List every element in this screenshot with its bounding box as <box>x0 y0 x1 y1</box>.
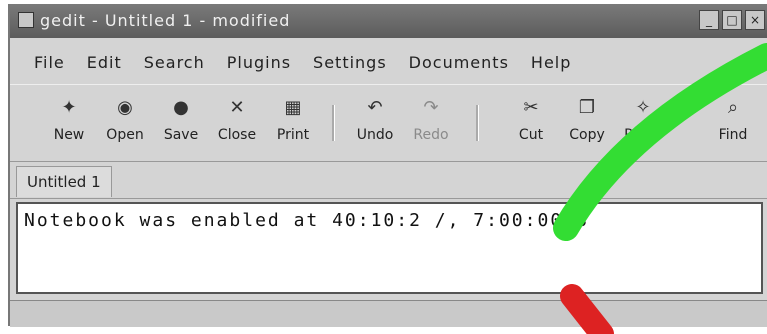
new-button[interactable]: ✦ New <box>44 95 94 144</box>
title-bar[interactable]: gedit - Untitled 1 - modified _ □ × <box>10 4 767 38</box>
print-label: Print <box>276 127 310 143</box>
copy-icon: ❐ <box>578 96 596 118</box>
save-icon: ● <box>173 96 189 118</box>
app-menu-icon[interactable] <box>18 12 34 28</box>
cut-label: Cut <box>518 127 544 143</box>
new-label: New <box>53 127 85 143</box>
document-tabs: Untitled 1 <box>10 162 767 199</box>
undo-label: Undo <box>356 127 394 143</box>
close-window-button[interactable]: × <box>745 10 765 30</box>
menu-settings[interactable]: Settings <box>313 48 387 78</box>
find-label: Find <box>718 127 748 143</box>
cut-button[interactable]: ✂ Cut <box>506 95 556 144</box>
paste-label: Paste <box>624 127 662 143</box>
text-editor[interactable]: Notebook was enabled at 40:10:2 /, 7:00:… <box>16 202 763 294</box>
paste-icon: ✧ <box>635 96 651 118</box>
save-label: Save <box>163 127 199 143</box>
undo-icon: ↶ <box>367 96 383 118</box>
editor-content: Notebook was enabled at 40:10:2 /, 7:00:… <box>24 210 589 231</box>
toolbar-separator <box>332 105 335 141</box>
redo-icon: ↷ <box>423 96 439 118</box>
find-icon: ⌕ <box>727 96 739 118</box>
close-icon: ✕ <box>229 96 245 118</box>
open-icon: ◉ <box>117 96 133 118</box>
save-button[interactable]: ● Save <box>156 95 206 144</box>
new-icon: ✦ <box>61 96 77 118</box>
menu-bar: File Edit Search Plugins Settings Docume… <box>10 48 767 78</box>
menu-file[interactable]: File <box>34 48 65 78</box>
tab-untitled-1[interactable]: Untitled 1 <box>16 166 112 197</box>
find-button[interactable]: ⌕ Find <box>708 95 758 144</box>
paste-button[interactable]: ✧ Paste <box>618 95 668 144</box>
minimize-button[interactable]: _ <box>699 10 719 30</box>
copy-label: Copy <box>569 127 605 143</box>
copy-button[interactable]: ❐ Copy <box>562 95 612 144</box>
redo-button[interactable]: ↷ Redo <box>406 95 456 144</box>
print-icon: ▦ <box>284 96 302 118</box>
print-button[interactable]: ▦ Print <box>268 95 318 144</box>
window-title: gedit - Untitled 1 - modified <box>40 11 291 30</box>
undo-button[interactable]: ↶ Undo <box>350 95 400 144</box>
redo-label: Redo <box>413 127 449 143</box>
window-controls: _ □ × <box>699 10 765 30</box>
maximize-button[interactable]: □ <box>722 10 742 30</box>
menu-help[interactable]: Help <box>531 48 571 78</box>
menu-plugins[interactable]: Plugins <box>227 48 291 78</box>
toolbar-separator <box>476 105 479 141</box>
menu-edit[interactable]: Edit <box>87 48 122 78</box>
menu-documents[interactable]: Documents <box>409 48 509 78</box>
menu-search[interactable]: Search <box>144 48 205 78</box>
toolbar: ✦ New ◉ Open ● Save ✕ Close ▦ Print ↶ Un… <box>10 84 767 162</box>
status-bar <box>10 300 767 327</box>
close-button[interactable]: ✕ Close <box>212 95 262 144</box>
open-button[interactable]: ◉ Open <box>100 95 150 144</box>
close-label: Close <box>217 127 257 143</box>
editor-window: gedit - Untitled 1 - modified _ □ × File… <box>8 4 767 327</box>
cut-icon: ✂ <box>523 96 539 118</box>
open-label: Open <box>106 127 144 143</box>
